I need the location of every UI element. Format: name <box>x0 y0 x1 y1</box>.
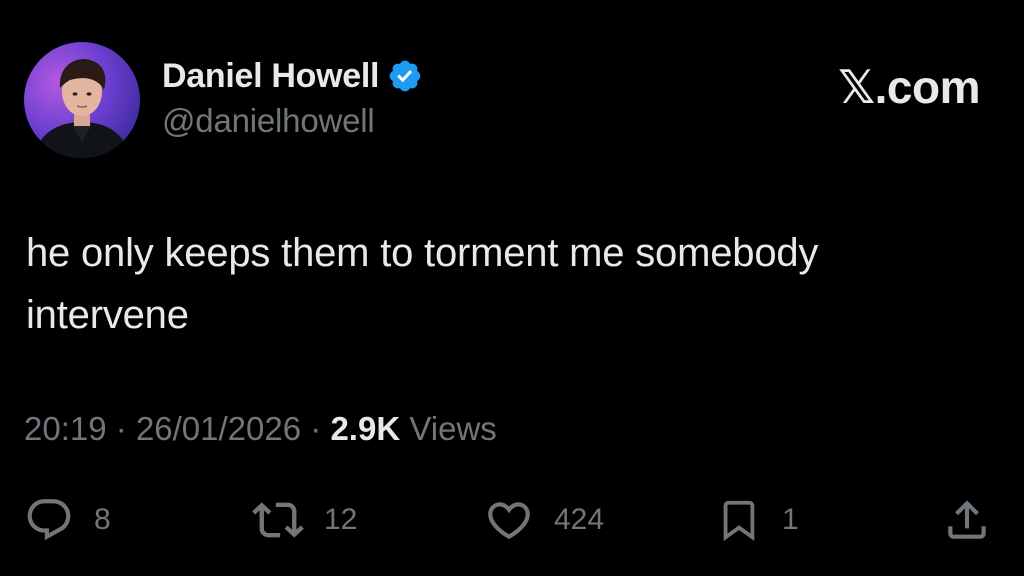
share-button[interactable] <box>942 490 992 550</box>
meta-separator: · <box>115 410 127 447</box>
avatar[interactable] <box>24 42 140 158</box>
repost-count: 12 <box>324 503 358 536</box>
share-icon <box>948 500 986 539</box>
author-display-name[interactable]: Daniel Howell <box>162 57 379 96</box>
tweet-text: he only keeps them to torment me somebod… <box>26 231 819 337</box>
repost-icon <box>252 502 304 538</box>
tweet-meta: 20:19 · 26/01/2026 · 2.9K Views <box>24 410 497 448</box>
repost-button[interactable]: 12 <box>252 490 357 550</box>
tweet-time[interactable]: 20:19 <box>24 410 107 447</box>
x-logo: 𝕏.com <box>838 61 980 113</box>
tweet-date[interactable]: 26/01/2026 <box>136 410 301 447</box>
like-button[interactable]: 424 <box>484 490 604 550</box>
bookmark-count: 1 <box>782 503 799 536</box>
bookmark-button[interactable]: 1 <box>716 490 799 550</box>
avatar-image <box>24 42 140 158</box>
action-bar: 8 12 424 1 <box>0 490 1024 550</box>
bookmark-icon <box>723 500 755 541</box>
heart-icon <box>488 502 530 540</box>
views-count[interactable]: 2.9K <box>330 410 400 447</box>
tweet-card: Daniel Howell @danielhowell 𝕏.com he onl… <box>0 0 1024 576</box>
reply-button[interactable]: 8 <box>24 490 111 550</box>
reply-count: 8 <box>94 503 111 536</box>
views-label: Views <box>409 410 497 447</box>
meta-separator: · <box>310 410 322 447</box>
like-count: 424 <box>554 503 605 536</box>
verified-badge-icon[interactable] <box>387 58 423 94</box>
author-name-row: Daniel Howell <box>162 54 423 98</box>
author-handle[interactable]: @danielhowell <box>162 102 375 140</box>
reply-icon <box>27 499 71 541</box>
